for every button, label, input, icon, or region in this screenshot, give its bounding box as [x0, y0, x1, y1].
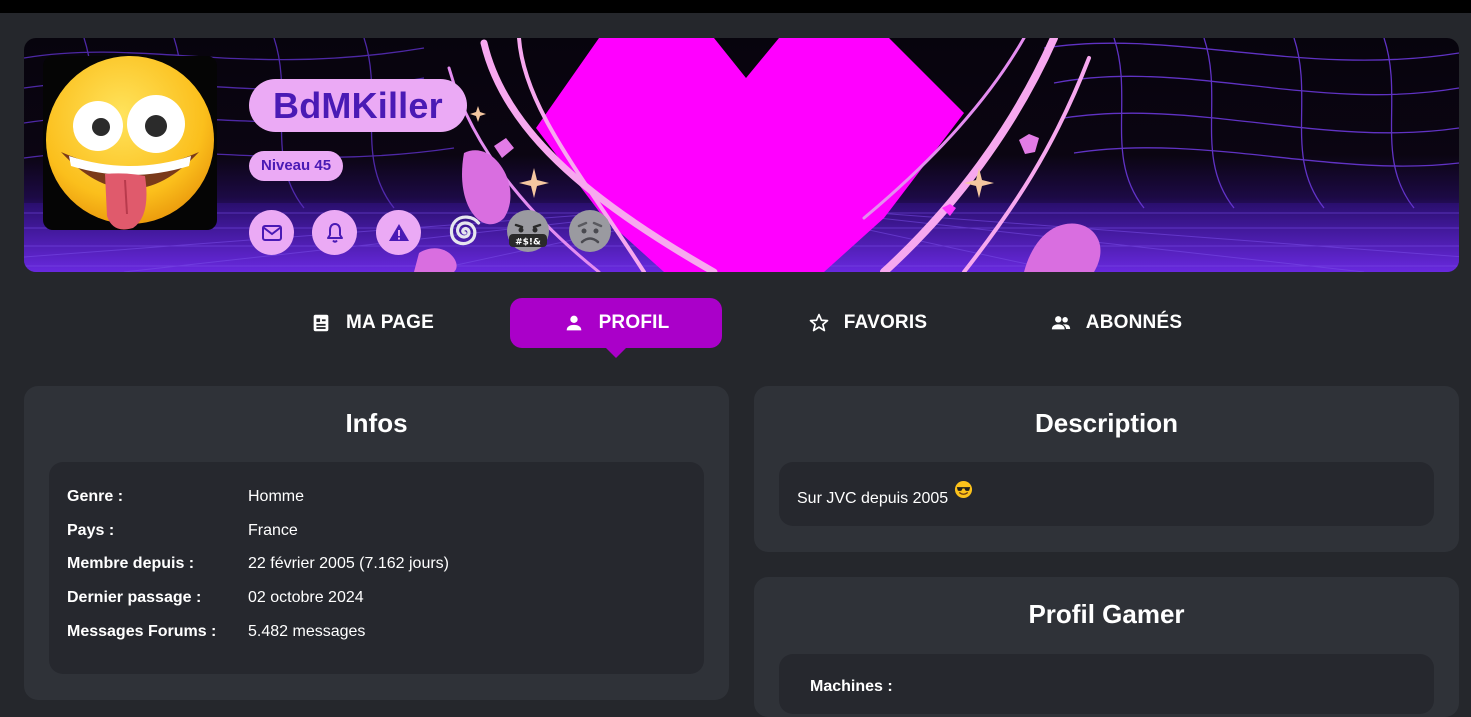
frowning-face-icon [569, 210, 611, 252]
level-badge: Niveau 45 [249, 151, 344, 181]
profil-gamer-panel: Machines : [779, 654, 1434, 714]
avatar[interactable] [43, 56, 217, 230]
banner-artwork [24, 38, 1459, 272]
spiral-badge[interactable] [441, 207, 489, 255]
tab-profil-label: PROFIL [598, 312, 670, 333]
report-button[interactable] [376, 210, 421, 255]
infos-panel: Genre : Homme Pays : France Membre depui… [49, 462, 704, 674]
profil-gamer-card: Profil Gamer Machines : [754, 577, 1459, 717]
top-bar [0, 0, 1471, 13]
mail-icon [261, 224, 282, 241]
tab-ma-page-label: MA PAGE [346, 312, 434, 333]
info-label: Pays : [67, 522, 115, 539]
description-title: Description [1034, 408, 1179, 438]
description-body: Sur JVC depuis 2005 [797, 490, 949, 507]
info-label: Dernier passage : [67, 589, 202, 606]
star-outline-icon [809, 313, 829, 332]
description-text: Sur JVC depuis 2005 [797, 480, 973, 508]
infos-title: Infos [345, 408, 408, 438]
tab-profil[interactable]: PROFIL [510, 298, 722, 358]
svg-text:#$!&: #$!& [515, 238, 541, 248]
infos-card: Infos Genre : Homme Pays : France Membre… [24, 386, 729, 700]
bell-icon [326, 222, 343, 243]
page-icon [313, 314, 329, 332]
send-message-button[interactable] [249, 210, 294, 255]
info-value: Homme [248, 488, 305, 505]
tab-ma-page[interactable]: MA PAGE [302, 298, 442, 348]
info-value: 22 février 2005 (7.162 jours) [248, 555, 449, 572]
people-icon [1051, 316, 1070, 330]
sunglasses-smiley-icon [955, 480, 973, 499]
info-value: 5.482 messages [248, 623, 366, 640]
profil-gamer-title: Profil Gamer [1028, 599, 1185, 629]
description-panel: Sur JVC depuis 2005 [779, 462, 1434, 526]
info-label: Messages Forums : [67, 623, 217, 640]
machines-label: Machines : [810, 678, 893, 695]
description-card: Description Sur JVC depuis 2005 [754, 386, 1459, 552]
username-badge: BdMKiller [249, 79, 467, 132]
tab-abonnes-label: ABONNÉS [1085, 312, 1183, 333]
spiral-icon [449, 215, 481, 246]
profile-banner [24, 38, 1459, 272]
tab-favoris[interactable]: FAVORIS [805, 298, 930, 348]
info-value: 02 octobre 2024 [248, 589, 364, 606]
info-label: Membre depuis : [67, 555, 195, 572]
tab-abonnes[interactable]: ABONNÉS [1046, 298, 1186, 348]
info-label: Genre : [67, 488, 124, 505]
person-icon [566, 315, 581, 331]
swearing-face-icon: #$!& [507, 210, 549, 252]
tab-favoris-label: FAVORIS [843, 312, 928, 333]
info-value: France [248, 522, 298, 539]
frowning-face-badge[interactable] [566, 207, 614, 255]
zany-face-emoji-icon [46, 56, 214, 230]
warning-icon [388, 223, 409, 241]
swearing-face-badge[interactable]: #$!& [504, 207, 552, 255]
subscribe-notification-button[interactable] [312, 210, 357, 255]
